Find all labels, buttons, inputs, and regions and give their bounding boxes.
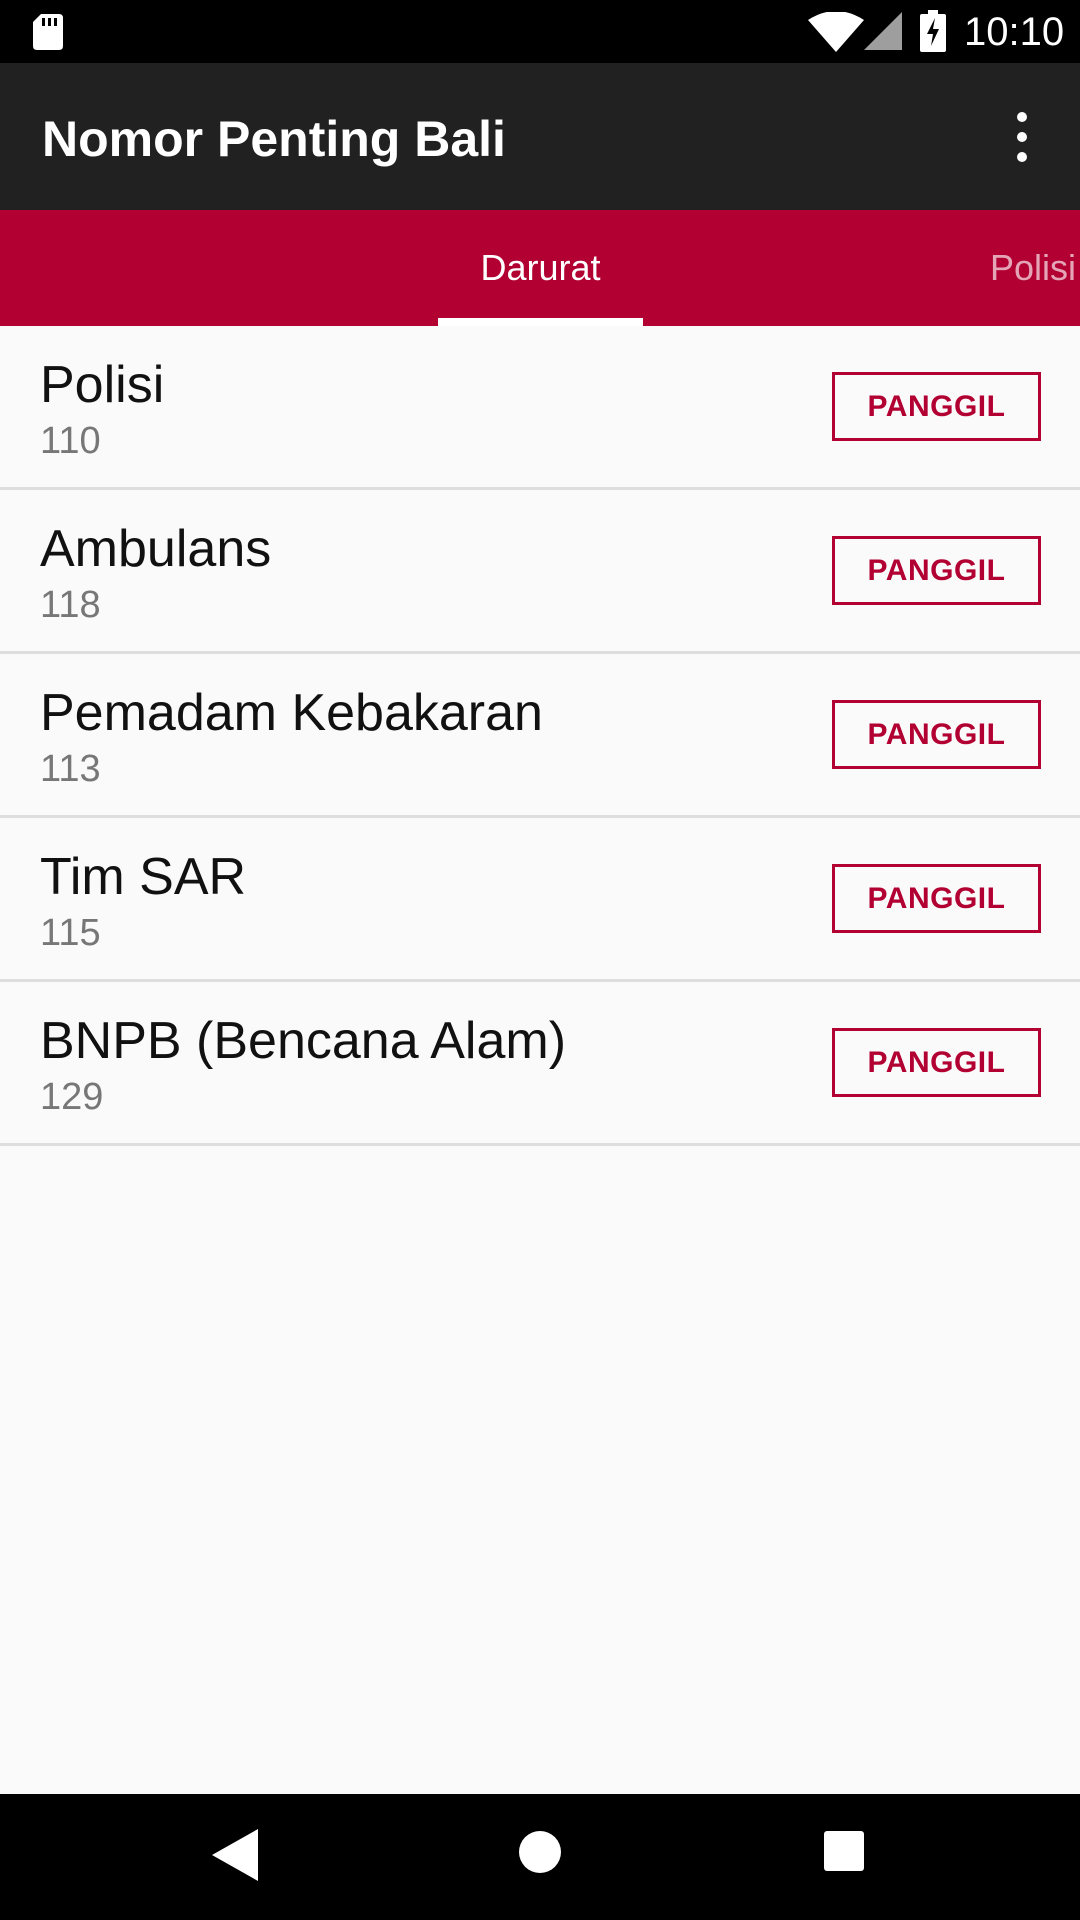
status-clock: 10:10	[964, 10, 1065, 54]
call-button[interactable]: PANGGIL	[832, 536, 1041, 605]
call-button[interactable]: PANGGIL	[832, 864, 1041, 933]
list-item: Ambulans 118 PANGGIL	[0, 490, 1080, 654]
contact-number: 113	[40, 748, 101, 790]
list-item: Polisi 110 PANGGIL	[0, 326, 1080, 490]
sd-card-icon	[33, 14, 63, 50]
back-icon[interactable]	[212, 1829, 258, 1881]
list-item: Tim SAR 115 PANGGIL	[0, 818, 1080, 982]
app-title: Nomor Penting Bali	[42, 111, 506, 167]
battery-charging-icon	[920, 10, 946, 52]
home-icon[interactable]	[518, 1830, 562, 1874]
contact-number: 110	[40, 420, 101, 462]
contact-list: Polisi 110 PANGGIL Ambulans 118 PANGGIL …	[0, 326, 1080, 1146]
contact-number: 115	[40, 912, 101, 954]
list-item: Pemadam Kebakaran 113 PANGGIL	[0, 654, 1080, 818]
call-button[interactable]: PANGGIL	[832, 700, 1041, 769]
contact-name: Pemadam Kebakaran	[40, 684, 543, 742]
tab-indicator	[438, 318, 643, 326]
contact-name: BNPB (Bencana Alam)	[40, 1012, 567, 1070]
contact-number: 118	[40, 584, 101, 626]
list-item: BNPB (Bencana Alam) 129 PANGGIL	[0, 982, 1080, 1146]
tab-darurat[interactable]: Darurat	[438, 210, 643, 326]
contact-name: Polisi	[40, 356, 165, 414]
status-bar: 10:10	[0, 0, 1080, 63]
call-button[interactable]: PANGGIL	[832, 1028, 1041, 1097]
tab-bar: Darurat Polisi	[0, 210, 1080, 326]
tab-polisi[interactable]: Polisi	[990, 210, 1080, 326]
contact-name: Tim SAR	[40, 848, 247, 906]
wifi-icon	[808, 12, 864, 52]
contact-number: 129	[40, 1076, 104, 1118]
contact-name: Ambulans	[40, 520, 272, 578]
call-button[interactable]: PANGGIL	[832, 372, 1041, 441]
navigation-bar	[0, 1794, 1080, 1920]
recents-icon[interactable]	[824, 1831, 864, 1871]
app-bar: Nomor Penting Bali	[0, 63, 1080, 210]
more-vert-icon[interactable]	[1000, 109, 1044, 165]
signal-icon	[864, 12, 902, 50]
